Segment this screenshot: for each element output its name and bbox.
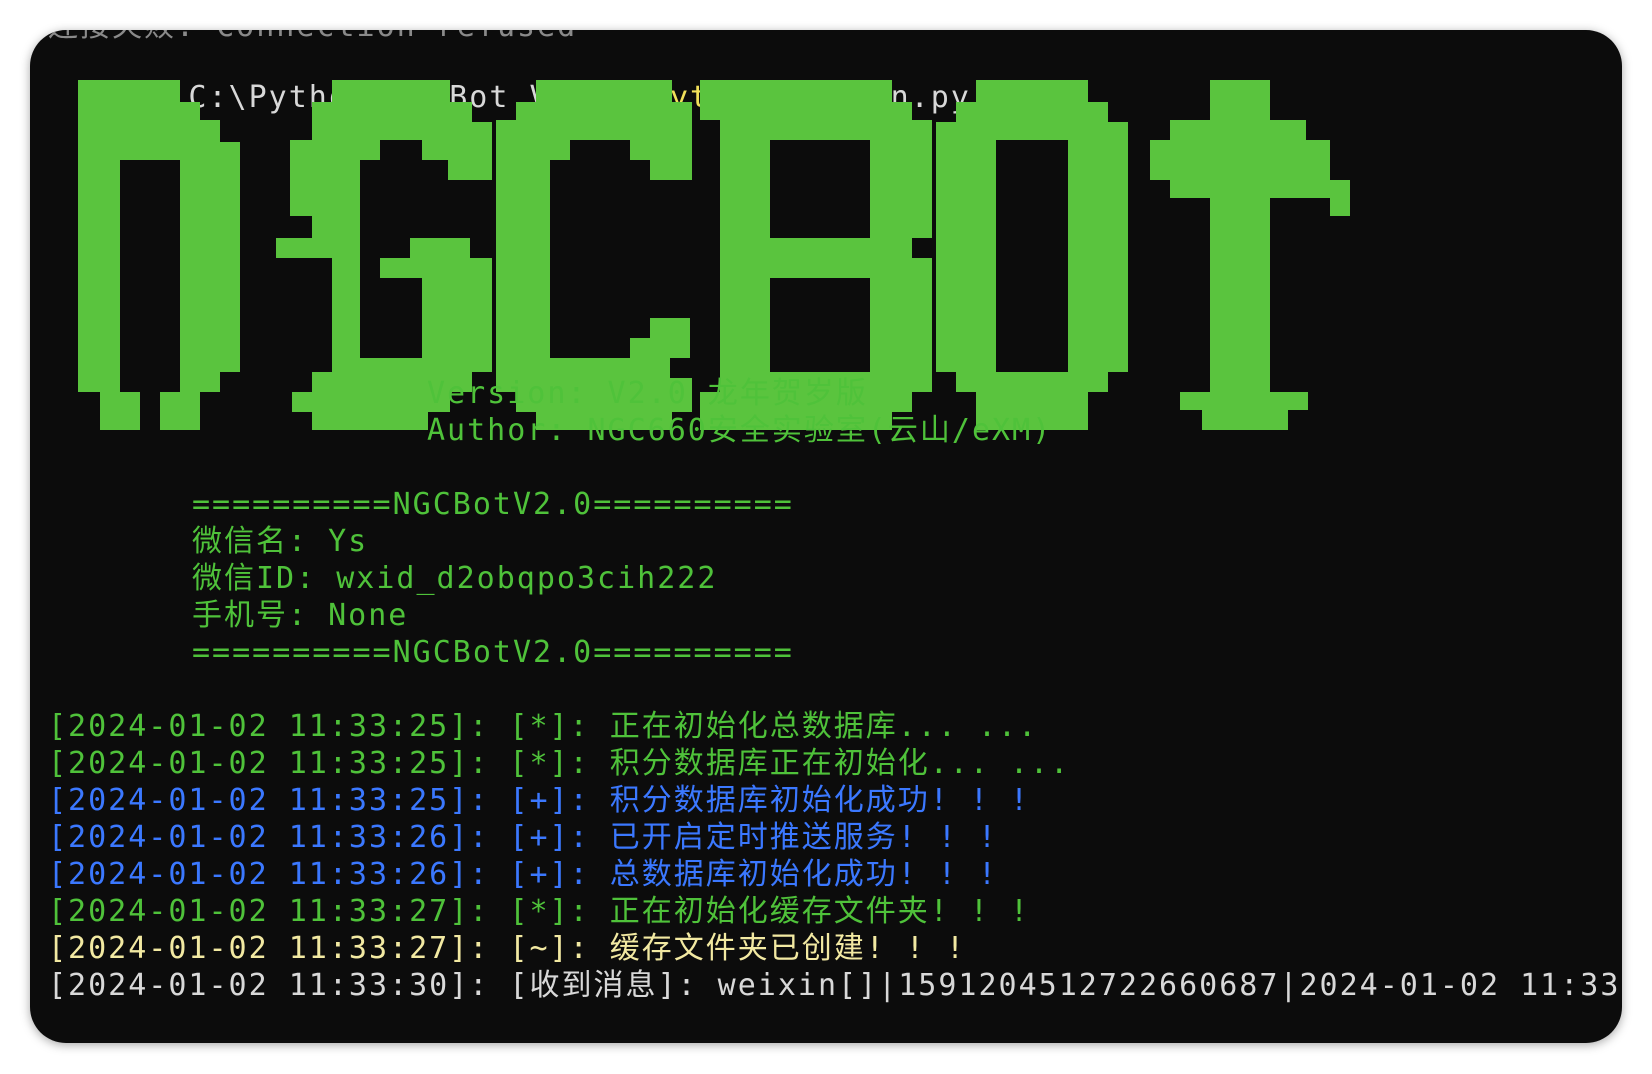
terminal-window[interactable]: 连接失败: Connection refused PS C:\Python\NG… bbox=[30, 30, 1622, 1043]
logo-letter-t bbox=[1150, 80, 1350, 430]
log-line: [2024-01-02 11:33:30]: [收到消息]: weixin[]|… bbox=[48, 968, 1622, 1003]
info-separator-top: ==========NGCBotV2.0========== bbox=[192, 487, 794, 522]
info-wechat-name: 微信名: Ys bbox=[192, 524, 369, 559]
banner-author: Author: NGC660安全实验室(云山/eXM) bbox=[427, 413, 1053, 448]
log-line: [2024-01-02 11:33:26]: [+]: 已开启定时推送服务! !… bbox=[48, 820, 999, 855]
info-wechat-id: 微信ID: wxid_d2obqpo3cih222 bbox=[192, 561, 718, 596]
banner-version: Version: V2.0 龙年贺岁版 bbox=[427, 376, 868, 411]
log-line: [2024-01-02 11:33:25]: [*]: 正在初始化总数据库...… bbox=[48, 709, 1039, 744]
logo-letter-n bbox=[78, 80, 240, 430]
info-separator-bottom: ==========NGCBotV2.0========== bbox=[192, 635, 794, 670]
log-line: [2024-01-02 11:33:27]: [*]: 正在初始化缓存文件夹! … bbox=[48, 894, 1031, 929]
log-line: [2024-01-02 11:33:25]: [*]: 积分数据库正在初始化..… bbox=[48, 746, 1071, 781]
log-line: [2024-01-02 11:33:25]: [+]: 积分数据库初始化成功! … bbox=[48, 783, 1031, 818]
logo-letter-o bbox=[936, 80, 1128, 430]
log-line: [2024-01-02 11:33:26]: [+]: 总数据库初始化成功! !… bbox=[48, 857, 999, 892]
log-line: [2024-01-02 11:33:27]: [~]: 缓存文件夹已创建! ! … bbox=[48, 931, 967, 966]
info-phone: 手机号: None bbox=[192, 598, 409, 633]
